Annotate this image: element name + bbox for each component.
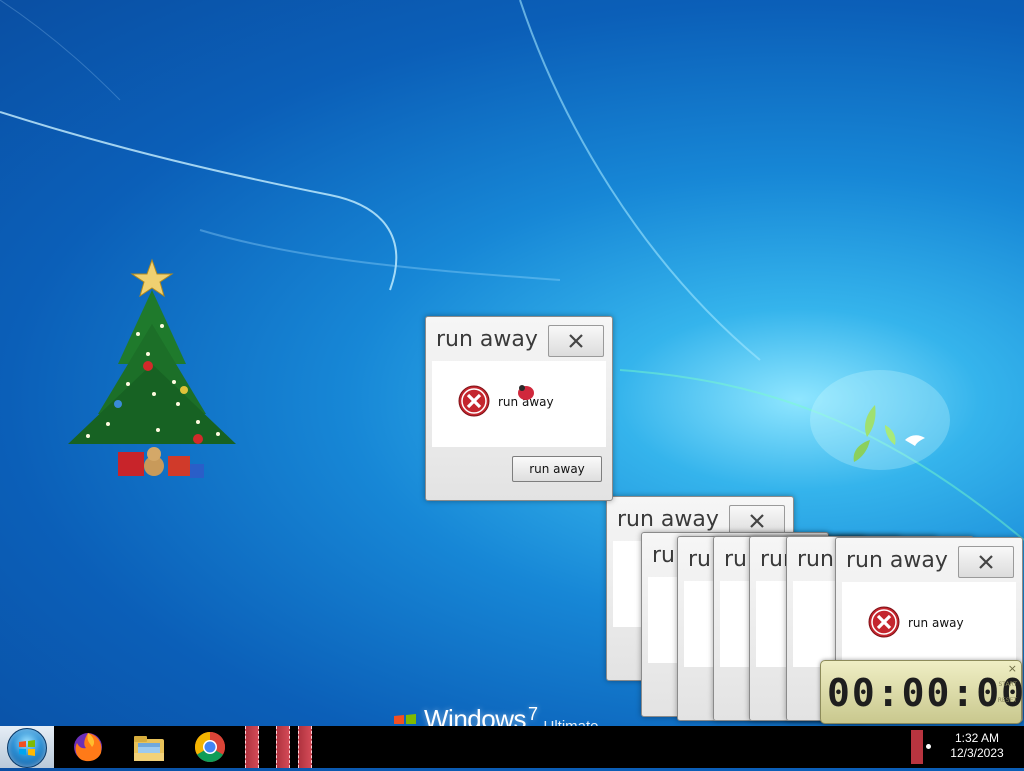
windows-start-icon — [7, 728, 47, 768]
close-button[interactable] — [958, 546, 1014, 578]
dialog-title: run away — [617, 507, 719, 532]
tray-flag-icon[interactable] — [911, 730, 923, 764]
stopwatch-gadget[interactable]: 00:00:00 × START RESET — [820, 660, 1024, 724]
system-clock[interactable]: 1:32 AM 12/3/2023 — [940, 731, 1014, 761]
brand-edition: Ultimate — [544, 718, 599, 726]
taskbar-window-button[interactable] — [276, 726, 290, 768]
close-icon — [750, 514, 764, 528]
clock-time: 1:32 AM — [954, 731, 1000, 745]
taskbar: 1:32 AM 12/3/2023 — [0, 726, 1024, 768]
christmas-tree-icon[interactable] — [58, 254, 252, 490]
firefox-icon[interactable] — [70, 729, 106, 765]
error-dialog-main[interactable]: run away run away run away — [425, 316, 613, 501]
timer-reset-label[interactable]: RESET — [998, 697, 1017, 704]
dialog-titlebar[interactable]: run away — [836, 538, 1022, 580]
dialog-title: run away — [846, 548, 948, 573]
start-flag-icon — [19, 740, 35, 756]
brand-name: Windows — [424, 704, 526, 726]
close-icon — [979, 555, 993, 569]
start-button[interactable] — [0, 726, 54, 768]
taskbar-window-button[interactable] — [245, 726, 259, 768]
dialog-title: run away — [436, 327, 538, 352]
close-button[interactable] — [548, 325, 604, 357]
gadget-close-icon[interactable]: × — [1008, 662, 1017, 675]
dialog-body: run away — [842, 582, 1016, 668]
dialog-message: run away — [908, 616, 964, 630]
run-away-button[interactable]: run away — [512, 456, 602, 482]
clock-date: 12/3/2023 — [950, 746, 1004, 760]
brand-version: 7 — [527, 704, 538, 724]
timer-display: 00:00:00 — [827, 671, 1024, 715]
dialog-titlebar[interactable]: run away — [426, 317, 612, 359]
chrome-icon[interactable] — [192, 729, 228, 765]
taskbar-window-button[interactable] — [298, 726, 312, 768]
desktop: Windows 7 Ultimate run away run away run… — [0, 0, 1024, 726]
windows-logo-icon — [394, 714, 416, 724]
timer-start-label[interactable]: START — [998, 681, 1017, 688]
ladybug-cursor-icon — [518, 385, 534, 400]
file-explorer-icon[interactable] — [131, 729, 167, 765]
tray-indicator-icon[interactable] — [926, 744, 931, 749]
error-icon — [458, 385, 490, 417]
error-icon — [868, 606, 900, 638]
close-icon — [569, 334, 583, 348]
dialog-body: run away — [432, 361, 606, 447]
windows-brand: Windows 7 Ultimate — [392, 704, 599, 726]
